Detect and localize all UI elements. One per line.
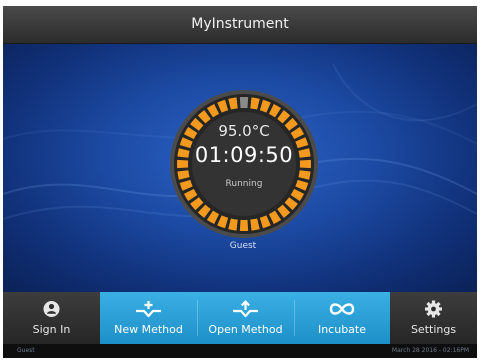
- new-method-icon: [136, 301, 161, 318]
- open-method-label: Open Method: [208, 323, 283, 336]
- sign-in-label: Sign In: [32, 323, 71, 336]
- new-method-button[interactable]: New Method: [100, 292, 197, 344]
- incubate-label: Incubate: [317, 323, 367, 336]
- settings-button[interactable]: Settings: [390, 292, 477, 344]
- instrument-screen: MyInstrument 95.0°C 01:09:50 Running Gue…: [3, 6, 477, 358]
- open-method-icon: [233, 300, 258, 318]
- status-bar: Guest March 28 2016 - 02:16PM: [3, 344, 477, 358]
- infinity-icon: [329, 303, 355, 315]
- run-status-label: Running: [225, 179, 263, 189]
- time-remaining-readout: 01:09:50: [194, 143, 294, 167]
- gear-icon: [425, 300, 442, 318]
- new-method-label: New Method: [114, 323, 183, 336]
- incubate-button[interactable]: Incubate: [294, 292, 390, 344]
- title-bar: MyInstrument: [3, 6, 477, 44]
- current-user-label: Guest: [229, 241, 257, 251]
- sign-in-button[interactable]: Sign In: [3, 292, 100, 344]
- user-icon: [43, 301, 60, 317]
- run-status-area: 95.0°C 01:09:50 Running Guest: [3, 44, 477, 292]
- open-method-button[interactable]: Open Method: [197, 292, 294, 344]
- settings-label: Settings: [410, 323, 457, 336]
- app-title: MyInstrument: [191, 16, 289, 32]
- temperature-readout: 95.0°C: [218, 122, 270, 140]
- dial-readout: 95.0°C 01:09:50 Running: [169, 89, 319, 239]
- bottom-toolbar: Sign In New Method Open Method Incubate: [3, 292, 477, 344]
- status-user: Guest: [17, 347, 35, 354]
- status-datetime: March 28 2016 - 02:16PM: [391, 347, 469, 354]
